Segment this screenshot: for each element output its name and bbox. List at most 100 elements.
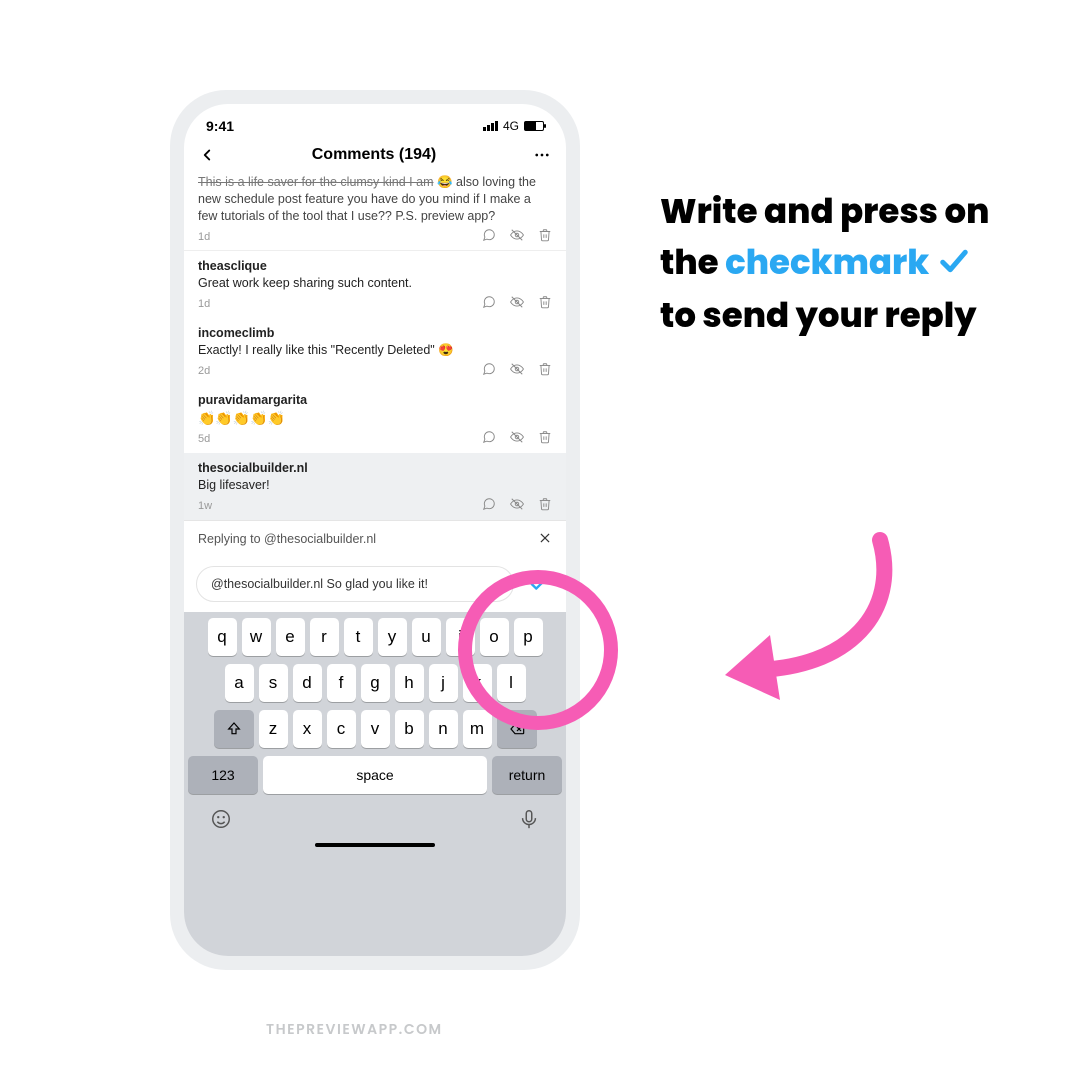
reply-icon[interactable] bbox=[482, 430, 496, 449]
key-h[interactable]: h bbox=[395, 664, 424, 702]
comment-actions bbox=[482, 228, 552, 247]
key-t[interactable]: t bbox=[344, 618, 373, 656]
comment-item[interactable]: incomeclimb Exactly! I really like this … bbox=[184, 318, 566, 385]
key-u[interactable]: u bbox=[412, 618, 441, 656]
key-e[interactable]: e bbox=[276, 618, 305, 656]
replying-banner: Replying to @thesocialbuilder.nl bbox=[184, 520, 566, 558]
key-o[interactable]: o bbox=[480, 618, 509, 656]
keyboard: q w e r t y u i o p a s d f g h j k l bbox=[184, 612, 566, 956]
key-c[interactable]: c bbox=[327, 710, 356, 748]
comment-text: Great work keep sharing such content. bbox=[198, 275, 552, 292]
back-button[interactable] bbox=[198, 146, 216, 164]
keyboard-row-3: z x c v b n m bbox=[188, 710, 562, 748]
reply-input-row: @thesocialbuilder.nl So glad you like it… bbox=[184, 558, 566, 612]
reply-icon[interactable] bbox=[482, 228, 496, 247]
delete-icon[interactable] bbox=[538, 430, 552, 449]
delete-icon[interactable] bbox=[538, 497, 552, 516]
instruction-text: Write and press on the checkmark to send… bbox=[660, 186, 990, 341]
hide-icon[interactable] bbox=[510, 497, 524, 516]
reply-input[interactable]: @thesocialbuilder.nl So glad you like it… bbox=[196, 566, 514, 602]
key-v[interactable]: v bbox=[361, 710, 390, 748]
comment-text: Big lifesaver! bbox=[198, 477, 552, 494]
status-time: 9:41 bbox=[206, 118, 234, 134]
key-q[interactable]: q bbox=[208, 618, 237, 656]
key-b[interactable]: b bbox=[395, 710, 424, 748]
comment-time: 1d bbox=[198, 230, 210, 245]
key-d[interactable]: d bbox=[293, 664, 322, 702]
reply-icon[interactable] bbox=[482, 497, 496, 516]
key-l[interactable]: l bbox=[497, 664, 526, 702]
key-backspace[interactable] bbox=[497, 710, 537, 748]
instruction-post: to send your reply bbox=[660, 291, 977, 339]
hide-icon[interactable] bbox=[510, 295, 524, 314]
watermark: THEPREVIEWAPP.COM bbox=[266, 1019, 443, 1040]
delete-icon[interactable] bbox=[538, 362, 552, 381]
comment-time: 1w bbox=[198, 499, 212, 514]
comment-item[interactable]: puravidamargarita 👏👏👏👏👏 5d bbox=[184, 385, 566, 454]
reply-icon[interactable] bbox=[482, 362, 496, 381]
key-x[interactable]: x bbox=[293, 710, 322, 748]
keyboard-row-1: q w e r t y u i o p bbox=[188, 618, 562, 656]
trunc-line1-struck: This is a life saver for the clumsy kind… bbox=[198, 175, 434, 189]
keyboard-bottom bbox=[188, 802, 562, 835]
comment-user: puravidamargarita bbox=[198, 393, 307, 407]
key-return[interactable]: return bbox=[492, 756, 562, 794]
delete-icon[interactable] bbox=[538, 295, 552, 314]
instruction-accent: checkmark bbox=[725, 238, 929, 286]
key-r[interactable]: r bbox=[310, 618, 339, 656]
key-w[interactable]: w bbox=[242, 618, 271, 656]
more-button[interactable] bbox=[532, 146, 552, 164]
key-s[interactable]: s bbox=[259, 664, 288, 702]
key-n[interactable]: n bbox=[429, 710, 458, 748]
checkmark-icon bbox=[936, 239, 972, 290]
hide-icon[interactable] bbox=[510, 228, 524, 247]
hide-icon[interactable] bbox=[510, 362, 524, 381]
battery-icon bbox=[524, 121, 544, 131]
key-m[interactable]: m bbox=[463, 710, 492, 748]
mic-icon[interactable] bbox=[518, 808, 540, 835]
comment-time: 1d bbox=[198, 297, 210, 312]
key-y[interactable]: y bbox=[378, 618, 407, 656]
comment-text: Exactly! I really like this "Recently De… bbox=[198, 342, 552, 359]
replying-text: Replying to @thesocialbuilder.nl bbox=[198, 532, 376, 546]
close-reply-button[interactable] bbox=[538, 531, 552, 548]
delete-icon[interactable] bbox=[538, 228, 552, 247]
comment-truncated: This is a life saver for the clumsy kind… bbox=[184, 172, 566, 250]
status-network: 4G bbox=[503, 119, 519, 133]
comment-item-selected[interactable]: thesocialbuilder.nl Big lifesaver! 1w bbox=[184, 453, 566, 520]
key-shift[interactable] bbox=[214, 710, 254, 748]
status-right: 4G bbox=[483, 119, 544, 133]
key-f[interactable]: f bbox=[327, 664, 356, 702]
phone-screen: 9:41 4G Comments (194) This is a life sa… bbox=[184, 104, 566, 956]
reply-icon[interactable] bbox=[482, 295, 496, 314]
arrow-annotation bbox=[700, 520, 920, 720]
comment-user: thesocialbuilder.nl bbox=[198, 461, 308, 475]
comment-text: 👏👏👏👏👏 bbox=[198, 409, 552, 428]
keyboard-row-4: 123 space return bbox=[188, 756, 562, 794]
status-bar: 9:41 4G bbox=[184, 104, 566, 140]
key-g[interactable]: g bbox=[361, 664, 390, 702]
signal-icon bbox=[483, 121, 498, 131]
send-checkmark-button[interactable] bbox=[524, 569, 554, 599]
page-title: Comments (194) bbox=[312, 146, 436, 164]
key-a[interactable]: a bbox=[225, 664, 254, 702]
comments-list: theasclique Great work keep sharing such… bbox=[184, 250, 566, 519]
phone-frame: 9:41 4G Comments (194) This is a life sa… bbox=[170, 90, 580, 970]
nav-header: Comments (194) bbox=[184, 140, 566, 172]
comment-item[interactable]: theasclique Great work keep sharing such… bbox=[184, 251, 566, 318]
key-z[interactable]: z bbox=[259, 710, 288, 748]
trunc-line1-tail: 😂 also loving bbox=[434, 175, 516, 189]
key-j[interactable]: j bbox=[429, 664, 458, 702]
hide-icon[interactable] bbox=[510, 430, 524, 449]
key-123[interactable]: 123 bbox=[188, 756, 258, 794]
comment-time: 2d bbox=[198, 364, 210, 379]
emoji-icon[interactable] bbox=[210, 808, 232, 835]
comment-user: theasclique bbox=[198, 259, 267, 273]
home-indicator bbox=[315, 843, 435, 847]
key-i[interactable]: i bbox=[446, 618, 475, 656]
key-space[interactable]: space bbox=[263, 756, 487, 794]
key-k[interactable]: k bbox=[463, 664, 492, 702]
keyboard-row-2: a s d f g h j k l bbox=[188, 664, 562, 702]
key-p[interactable]: p bbox=[514, 618, 543, 656]
comment-time: 5d bbox=[198, 432, 210, 447]
